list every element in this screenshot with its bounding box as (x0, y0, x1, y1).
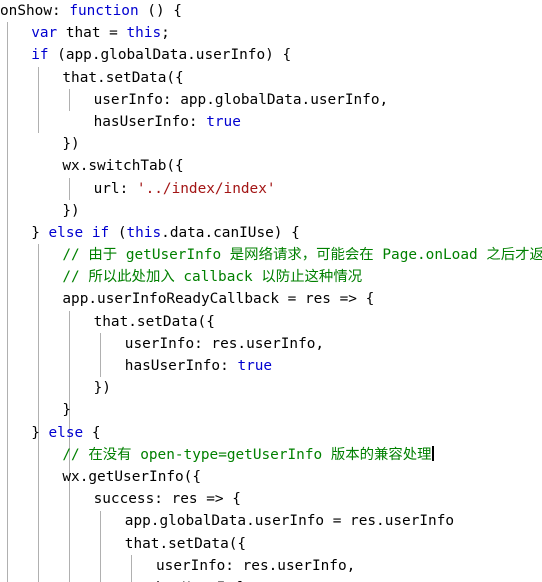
code-token-kw: function (69, 3, 139, 19)
code-line[interactable]: }) (0, 200, 542, 222)
code-token-plain: success: res => { (93, 491, 241, 508)
code-line[interactable]: hasUserInfo: true (0, 111, 542, 133)
code-line[interactable]: url: '../index/index' (0, 178, 542, 200)
code-token-plain: userInfo: res.userInfo, (156, 557, 356, 574)
code-line[interactable]: // 在没有 open-type=getUserInfo 版本的兼容处理 (0, 444, 542, 466)
code-token-kw: true (237, 358, 273, 374)
code-token-plain: { (83, 424, 101, 441)
code-token-plain: } (62, 402, 72, 419)
code-token-plain: app.userInfoReadyCallback = res => { (62, 291, 375, 308)
code-token-plain: wx.getUserInfo({ (62, 468, 202, 485)
code-token-kw: if (31, 47, 49, 64)
code-line[interactable]: userInfo: res.userInfo, (0, 333, 542, 355)
code-token-plain: }) (62, 136, 80, 153)
code-line[interactable]: // 所以此处加入 callback 以防止这种情况 (0, 266, 542, 288)
code-token-plain: that.setData({ (124, 535, 247, 552)
code-line[interactable]: success: res => { (0, 488, 542, 510)
code-line[interactable]: userInfo: res.userInfo, (0, 555, 542, 577)
text-caret (431, 445, 434, 461)
code-token-kw: if (91, 224, 110, 241)
code-token-plain: ; (161, 25, 170, 42)
code-token-kw: this (126, 25, 162, 42)
code-token-plain: that.setData({ (62, 69, 184, 86)
code-line[interactable]: userInfo: app.globalData.userInfo, (0, 89, 542, 111)
code-line[interactable]: var that = this; (0, 22, 542, 44)
code-line[interactable]: if (app.globalData.userInfo) { (0, 44, 542, 66)
code-token-plain: hasUserInfo: (124, 358, 238, 374)
code-token-plain: ( (109, 224, 127, 241)
code-token-kw: else (48, 224, 84, 241)
code-line[interactable]: that.setData({ (0, 67, 542, 89)
code-editor[interactable]: onShow: function () {var that = this; if … (0, 0, 542, 582)
code-line[interactable]: hasUserInfo: true (0, 577, 542, 582)
code-token-cmt: // 所以此处加入 callback 以防止这种情况 (62, 269, 363, 286)
code-token-kw: else (48, 424, 84, 441)
code-token-plain: onShow: (0, 3, 70, 19)
code-token-plain: .data.canIUse) { (161, 224, 300, 241)
code-line[interactable]: }) (0, 133, 542, 155)
code-line[interactable]: // 由于 getUserInfo 是网络请求，可能会在 Page.onLoad… (0, 244, 542, 266)
code-line[interactable]: } (0, 399, 542, 421)
code-line[interactable]: hasUserInfo: true (0, 355, 542, 377)
code-token-cmt: // 由于 getUserInfo 是网络请求，可能会在 Page.onLoad… (62, 247, 542, 264)
code-line[interactable]: app.globalData.userInfo = res.userInfo (0, 510, 542, 532)
code-line[interactable]: app.userInfoReadyCallback = res => { (0, 288, 542, 310)
code-token-plain: () { (138, 3, 182, 19)
code-token-plain: wx.switchTab({ (62, 158, 184, 175)
code-token-plain: app.globalData.userInfo = res.userInfo (124, 513, 455, 530)
code-token-plain: userInfo: res.userInfo, (124, 335, 325, 352)
code-token-plain: userInfo: app.globalData.userInfo, (93, 91, 389, 108)
code-token-plain: hasUserInfo: (93, 113, 207, 130)
code-token-plain: that.setData({ (93, 313, 215, 330)
code-token-plain: that = (57, 25, 127, 42)
code-line[interactable]: } else { (0, 422, 542, 444)
code-token-cmt: // 在没有 open-type=getUserInfo 版本的兼容处理 (62, 446, 432, 463)
code-token-plain: } (31, 224, 49, 241)
code-token-str: '../index/index' (136, 180, 276, 197)
code-line[interactable]: that.setData({ (0, 311, 542, 333)
code-token-kw: var (31, 25, 58, 42)
code-token-kw: true (206, 113, 241, 130)
code-token-plain: }) (93, 380, 111, 397)
code-token-kw: this (126, 224, 162, 241)
code-token-plain: } (31, 424, 49, 441)
code-line[interactable]: that.setData({ (0, 533, 542, 555)
code-lines-container[interactable]: onShow: function () {var that = this; if … (0, 0, 542, 582)
code-line[interactable]: } else if (this.data.canIUse) { (0, 222, 542, 244)
code-line[interactable]: wx.getUserInfo({ (0, 466, 542, 488)
code-line[interactable]: }) (0, 377, 542, 399)
code-line[interactable]: wx.switchTab({ (0, 155, 542, 177)
code-token-plain: (app.globalData.userInfo) { (48, 47, 292, 64)
code-token-plain: url: (93, 180, 137, 197)
code-token-plain: }) (62, 202, 80, 219)
code-line[interactable]: onShow: function () { (0, 0, 542, 22)
